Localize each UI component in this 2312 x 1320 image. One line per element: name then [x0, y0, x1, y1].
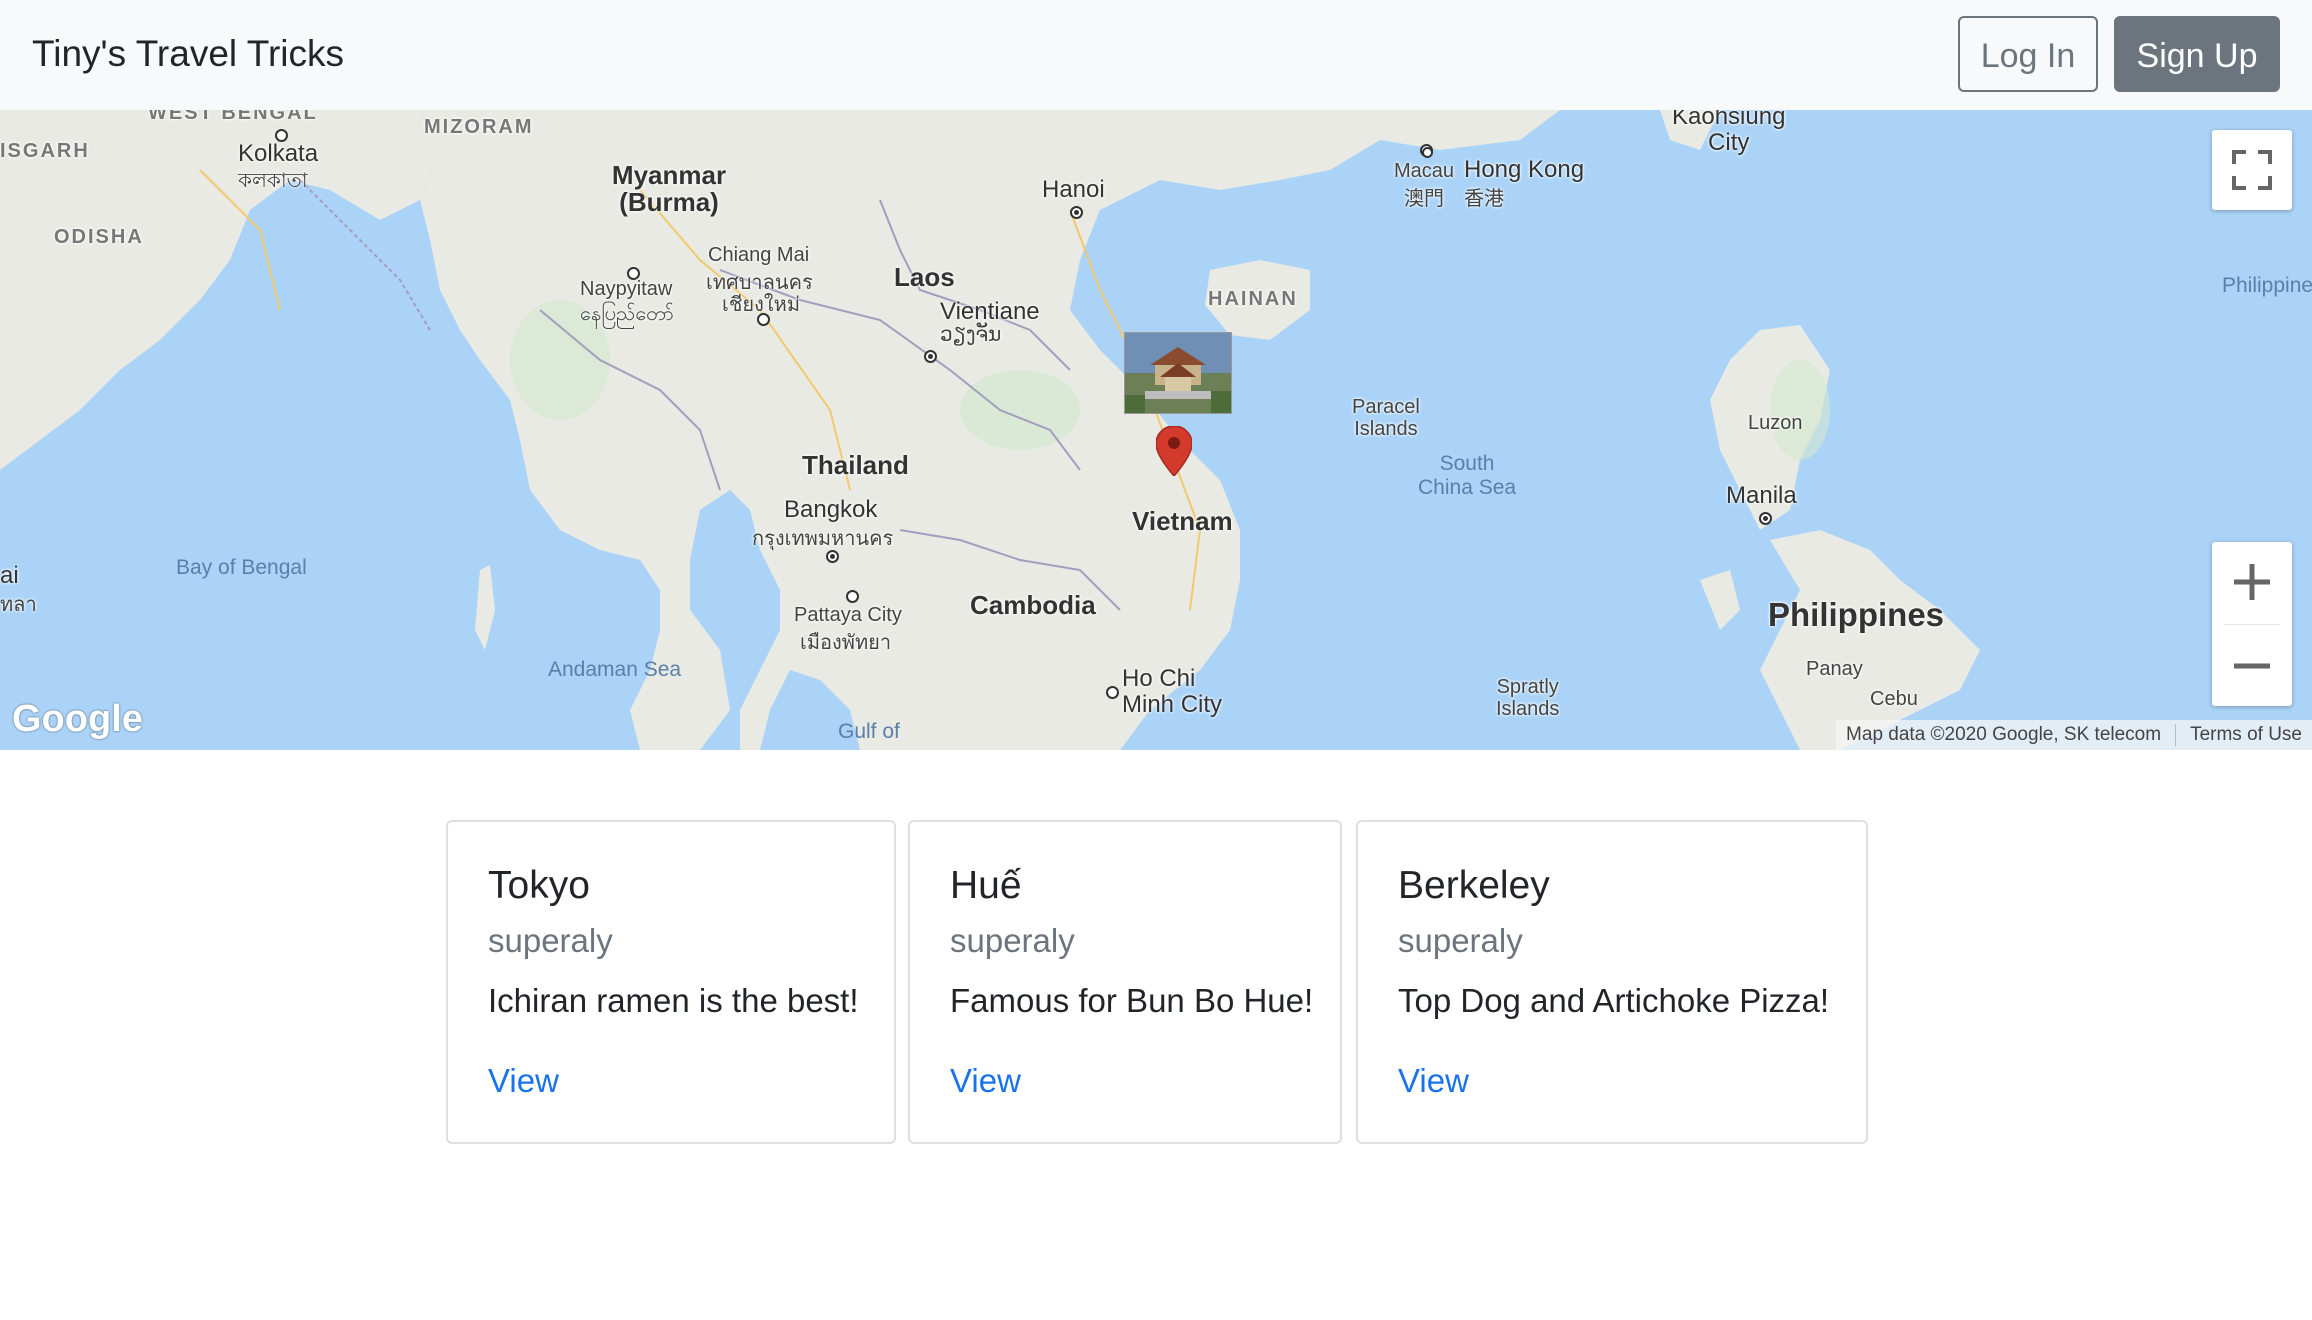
map-label-mizoram: MIZORAM: [424, 116, 534, 138]
map-label-thailand: Thailand: [802, 450, 909, 480]
map-label-manila: Manila: [1726, 482, 1797, 509]
map-label-myanmar: Myanmar (Burma): [611, 160, 727, 217]
map-label-hanoi: Hanoi: [1042, 176, 1105, 203]
fullscreen-icon: [2232, 150, 2272, 190]
place-card: Berkeley superaly Top Dog and Artichoke …: [1356, 820, 1868, 1144]
card-title: Huế: [950, 864, 1022, 907]
terms-link[interactable]: Terms of Use: [2190, 720, 2302, 750]
card-author: superaly: [1398, 922, 1523, 959]
map-label-cebu: Cebu: [1870, 688, 1918, 710]
card-text: Famous for Bun Bo Hue!: [950, 982, 1314, 1019]
map-label-bangkok-local: กรุงเทพมหานคร: [752, 528, 894, 550]
card-view-link[interactable]: View: [488, 1062, 559, 1100]
map-label-laos: Laos: [894, 262, 955, 292]
zoom-control: [2212, 542, 2292, 706]
place-card: Tokyo superaly Ichiran ramen is the best…: [446, 820, 896, 1144]
map-label-chiang-mai: Chiang Mai: [708, 244, 810, 266]
attribution-divider: [2175, 724, 2177, 746]
map-label-west-bengal: WEST BENGAL: [148, 110, 318, 124]
map-label-odisha: ODISHA: [54, 226, 144, 248]
map-data-text: Map data ©2020 Google, SK telecom: [1846, 724, 2162, 745]
card-text: Ichiran ramen is the best!: [488, 982, 859, 1019]
map-city-dot: [826, 550, 839, 563]
map-label-hong-kong: Hong Kong: [1464, 156, 1585, 183]
map-label-bangkok: Bangkok: [784, 496, 878, 523]
temple-image: [1125, 333, 1231, 413]
map-label-andaman-sea: Andaman Sea: [548, 658, 682, 681]
map-label-isgarh: ISGARH: [0, 140, 90, 162]
map-city-dot: [1070, 206, 1083, 219]
card-view-link[interactable]: View: [950, 1062, 1021, 1100]
google-logo[interactable]: Google: [12, 698, 143, 741]
map-label-macau: Macau: [1394, 160, 1455, 182]
map-label-pattaya-local: เมืองพัทยา: [800, 632, 892, 654]
map-view[interactable]: WEST BENGAL ISGARH Kolkata কলকাতা MIZORA…: [0, 110, 2312, 750]
brand-title[interactable]: Tiny's Travel Tricks: [32, 28, 344, 80]
map-city-dot: [275, 129, 288, 142]
map-label-bay-of-bengal: Bay of Bengal: [176, 556, 307, 579]
map-city-dot: [1422, 147, 1433, 158]
map-label-spratly: Spratly Islands: [1496, 676, 1560, 720]
map-label-paracel: Paracel Islands: [1352, 396, 1420, 440]
card-title: Berkeley: [1398, 864, 1550, 907]
map-label-ho-chi-minh: Ho Chi Minh City: [1122, 665, 1223, 718]
map-label-naypyitaw: Naypyitaw: [580, 278, 673, 300]
zoom-divider: [2224, 624, 2280, 625]
location-thumbnail[interactable]: [1124, 332, 1232, 414]
map-label-south-china-sea: South China Sea: [1418, 452, 1517, 499]
fullscreen-button[interactable]: [2212, 130, 2292, 210]
map-label-kolkata-local: কলকাতা: [238, 170, 308, 192]
map-label-macau-local: 澳門: [1404, 188, 1444, 210]
map-label-ai: ai: [0, 562, 19, 589]
map-city-dot: [1106, 686, 1119, 699]
map-city-dot: [846, 590, 859, 603]
map-label-vientiane-local: ວຽງຈັນ: [940, 324, 1002, 346]
card-view-link[interactable]: View: [1398, 1062, 1469, 1100]
zoom-out-button[interactable]: [2212, 626, 2292, 706]
map-label-philippine-sea: Philippine: [2222, 274, 2312, 297]
map-city-dot: [924, 350, 937, 363]
map-label-luzon: Luzon: [1748, 412, 1803, 434]
signup-button[interactable]: Sign Up: [2114, 16, 2280, 92]
card-title: Tokyo: [488, 864, 590, 907]
map-attribution: Map data ©2020 Google, SK telecom Terms …: [1836, 720, 2312, 750]
map-label-kolkata: Kolkata: [238, 140, 319, 167]
card-text: Top Dog and Artichoke Pizza!: [1398, 982, 1830, 1019]
card-author: superaly: [950, 922, 1075, 959]
map-label-gulf: Gulf of: [838, 720, 900, 743]
map-label-cambodia: Cambodia: [970, 590, 1096, 620]
map-label-kaohsiung: Kaohsiung City: [1672, 110, 1786, 156]
card-author: superaly: [488, 922, 613, 959]
place-card: Huế superaly Famous for Bun Bo Hue! View: [908, 820, 1342, 1144]
map-label-vietnam: Vietnam: [1132, 506, 1233, 536]
map-label-panay: Panay: [1806, 658, 1863, 680]
map-marker-pin-icon[interactable]: [1156, 426, 1192, 476]
map-label-tha: ทลา: [0, 594, 37, 616]
map-label-pattaya: Pattaya City: [794, 604, 902, 626]
map-label-naypyitaw-local: နေပြည်တော်: [580, 303, 674, 325]
map-label-hainan: HAINAN: [1208, 288, 1298, 310]
map-city-dot: [757, 313, 770, 326]
map-label-hong-kong-local: 香港: [1464, 188, 1504, 210]
zoom-in-button[interactable]: [2212, 542, 2292, 622]
map-city-dot: [1759, 512, 1772, 525]
map-label-philippines: Philippines: [1768, 596, 1945, 633]
login-button[interactable]: Log In: [1958, 16, 2098, 92]
plus-icon: [2234, 564, 2270, 600]
navbar: Tiny's Travel Tricks Log In Sign Up: [0, 0, 2312, 110]
minus-icon: [2234, 663, 2270, 669]
